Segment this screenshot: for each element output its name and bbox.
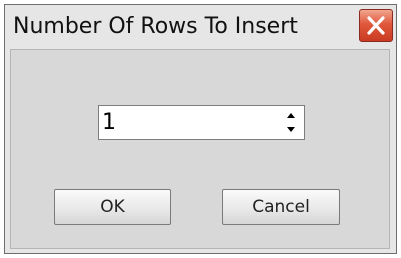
title-bar[interactable]: Number Of Rows To Insert: [5, 5, 396, 49]
rows-spinbox[interactable]: [98, 105, 305, 140]
close-button[interactable]: [359, 9, 393, 42]
close-x-icon: [367, 16, 385, 35]
spin-down-arrow-icon: [287, 127, 295, 132]
ok-button[interactable]: OK: [54, 189, 171, 225]
spin-down-button[interactable]: [283, 123, 299, 136]
spin-up-button[interactable]: [283, 109, 299, 122]
dialog-window: Number Of Rows To Insert OK Cancel: [4, 4, 397, 254]
dialog-title: Number Of Rows To Insert: [13, 14, 298, 39]
spin-up-arrow-icon: [287, 113, 295, 118]
cancel-button[interactable]: Cancel: [222, 189, 340, 225]
rows-count-input[interactable]: [102, 109, 272, 136]
dialog-body: OK Cancel: [10, 49, 390, 249]
